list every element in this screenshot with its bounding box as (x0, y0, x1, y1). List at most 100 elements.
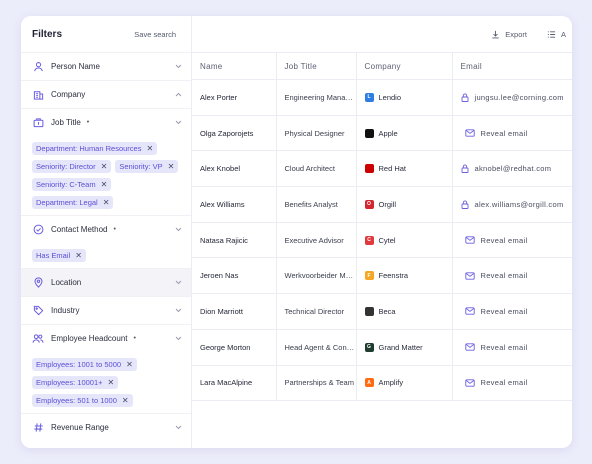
reveal-email-label: Reveal email (480, 271, 528, 281)
export-button[interactable]: Export (485, 26, 533, 43)
cell-company[interactable]: Apple (356, 115, 453, 152)
company-name: Feenstra (378, 271, 409, 281)
check-circle-icon (32, 224, 44, 236)
remove-chip-icon[interactable]: ✕ (146, 144, 153, 153)
mail-icon (464, 343, 475, 351)
table-row[interactable]: Dion Marriott Technical Director Beca Revea… (192, 293, 572, 330)
filter-person-name[interactable]: Person Name (21, 52, 191, 80)
remove-chip-icon[interactable]: ✕ (101, 180, 108, 189)
cell-email[interactable]: Reveal email (452, 115, 572, 152)
filter-revenue-range[interactable]: Revenue Range (21, 413, 191, 441)
column-header-email[interactable]: Email (452, 52, 572, 80)
filter-label: Industry (51, 306, 80, 315)
cell-company[interactable]: G Grand Matter (356, 329, 453, 366)
reveal-email-button[interactable]: Reveal email (461, 126, 532, 141)
cell-name[interactable]: George Morton (192, 329, 277, 366)
cell-job-title: Executive Advisor (276, 222, 357, 259)
chevron-down-icon (174, 119, 182, 127)
chip-label: Seniority: Director (36, 162, 96, 171)
table-row[interactable]: Alex Porter Engineering Manager L Lendio jun… (192, 79, 572, 116)
reveal-email-button[interactable]: Reveal email (461, 268, 532, 283)
cell-name[interactable]: Alex Knobel (192, 150, 277, 188)
filter-chip: Seniority: C-Team ✕ (32, 178, 112, 191)
list-icon (547, 30, 556, 38)
filter-label: Job Title (51, 118, 81, 127)
mail-icon (464, 129, 475, 137)
mail-icon (464, 236, 475, 244)
email-address: aknobel@redhat.com (474, 164, 552, 174)
remove-chip-icon[interactable]: ✕ (101, 162, 108, 171)
cell-email[interactable]: Reveal email (452, 329, 572, 366)
filter-label: Location (51, 278, 82, 287)
table-row[interactable]: George MortonHead Agent & Consultant G Gra… (192, 329, 572, 366)
table-row[interactable]: Alex Williams Benefits Analyst O Orgill alex… (192, 186, 572, 223)
cell-email[interactable]: alex.williams@orgill.com (452, 186, 572, 223)
cell-job-title: Technical Director (276, 293, 357, 330)
cell-name[interactable]: Natasa Rajicic (192, 222, 277, 259)
cell-email[interactable]: aknobel@redhat.com (452, 150, 572, 188)
cell-company[interactable]: Red Hat (356, 150, 453, 188)
remove-chip-icon[interactable]: ✕ (108, 378, 115, 387)
lock-icon (461, 200, 468, 209)
filter-chip: Employees: 1001 to 5000 ✕ (32, 358, 137, 371)
column-header-job-title[interactable]: Job Title (276, 52, 357, 80)
table-row[interactable]: Lara MacAlpine Partnerships & Team A Amplif… (192, 365, 572, 402)
reveal-email-button[interactable]: Reveal email (461, 375, 532, 390)
cell-name[interactable]: Jeroen Nas (192, 257, 277, 295)
filter-industry[interactable]: Industry (21, 296, 191, 324)
company-logo-icon: C (364, 235, 374, 245)
table-row[interactable]: Jeroen NasWerkvoorbeider Monteur F Feenstr… (192, 257, 572, 295)
reveal-email-button[interactable]: Reveal email (461, 304, 532, 319)
cell-email[interactable]: Reveal email (452, 222, 572, 259)
reveal-email-button[interactable]: Reveal email (461, 233, 532, 248)
cell-job-title: Physical Designer (276, 115, 357, 152)
chip-label: Seniority: C-Team (36, 180, 96, 189)
table-row[interactable]: Olga Zaporojets Physical Designer Apple Rev… (192, 115, 572, 152)
cell-name[interactable]: Alex Porter (192, 79, 277, 116)
filter-employee-headcount[interactable]: Employee Headcount • (21, 324, 191, 352)
list-button[interactable]: A (541, 26, 572, 43)
filter-label: Company (51, 90, 86, 99)
cell-name[interactable]: Alex Williams (192, 186, 277, 223)
filter-contact-method[interactable]: Contact Method • (21, 215, 191, 243)
chip-label: Has Email (36, 251, 71, 260)
filter-job-title[interactable]: Job Title • (21, 108, 191, 136)
map-pin-icon (32, 277, 44, 289)
cell-name[interactable]: Dion Marriott (192, 293, 277, 330)
company-name: Lendio (378, 92, 402, 102)
filter-chip: Department: Legal ✕ (32, 196, 114, 209)
column-header-name[interactable]: Name (192, 52, 277, 80)
reveal-email-button[interactable]: Reveal email (461, 340, 532, 355)
cell-company[interactable]: L Lendio (356, 79, 453, 116)
export-label: Export (505, 29, 527, 39)
users-icon (32, 333, 44, 345)
cell-company[interactable]: O Orgill (356, 186, 453, 223)
save-search-button[interactable]: Save search (129, 26, 181, 43)
cell-name[interactable]: Lara MacAlpine (192, 365, 277, 402)
cell-email[interactable]: Reveal email (452, 365, 572, 402)
filter-company[interactable]: Company (21, 80, 191, 108)
cell-job-title: Benefits Analyst (276, 186, 357, 223)
remove-chip-icon[interactable]: ✕ (75, 251, 82, 260)
chip-label: Department: Human Resources (36, 144, 142, 153)
table-row[interactable]: Natasa Rajicic Executive Advisor C Cytel Rev… (192, 222, 572, 259)
cell-company[interactable]: A Amplify (356, 365, 453, 402)
cell-company[interactable]: Beca (356, 293, 453, 330)
cell-name[interactable]: Olga Zaporojets (192, 115, 277, 152)
cell-email[interactable]: jungsu.lee@corning.com (452, 79, 572, 116)
chevron-down-icon (174, 63, 182, 71)
remove-chip-icon[interactable]: ✕ (103, 198, 110, 207)
cell-job-title: Head Agent & Consultant (276, 329, 357, 366)
remove-chip-icon[interactable]: ✕ (126, 360, 133, 369)
table-row[interactable]: Alex Knobel Cloud Architect Red Hat aknobel… (192, 150, 572, 188)
filter-location[interactable]: Location (21, 268, 191, 296)
remove-chip-icon[interactable]: ✕ (122, 396, 129, 405)
column-header-company[interactable]: Company (356, 52, 453, 80)
cell-email[interactable]: Reveal email (452, 293, 572, 330)
building-icon (32, 89, 44, 101)
remove-chip-icon[interactable]: ✕ (168, 162, 175, 171)
cell-company[interactable]: F Feenstra (356, 257, 453, 295)
cell-company[interactable]: C Cytel (356, 222, 453, 259)
cell-email[interactable]: Reveal email (452, 257, 572, 295)
cell-job-title: Partnerships & Team (276, 365, 357, 402)
